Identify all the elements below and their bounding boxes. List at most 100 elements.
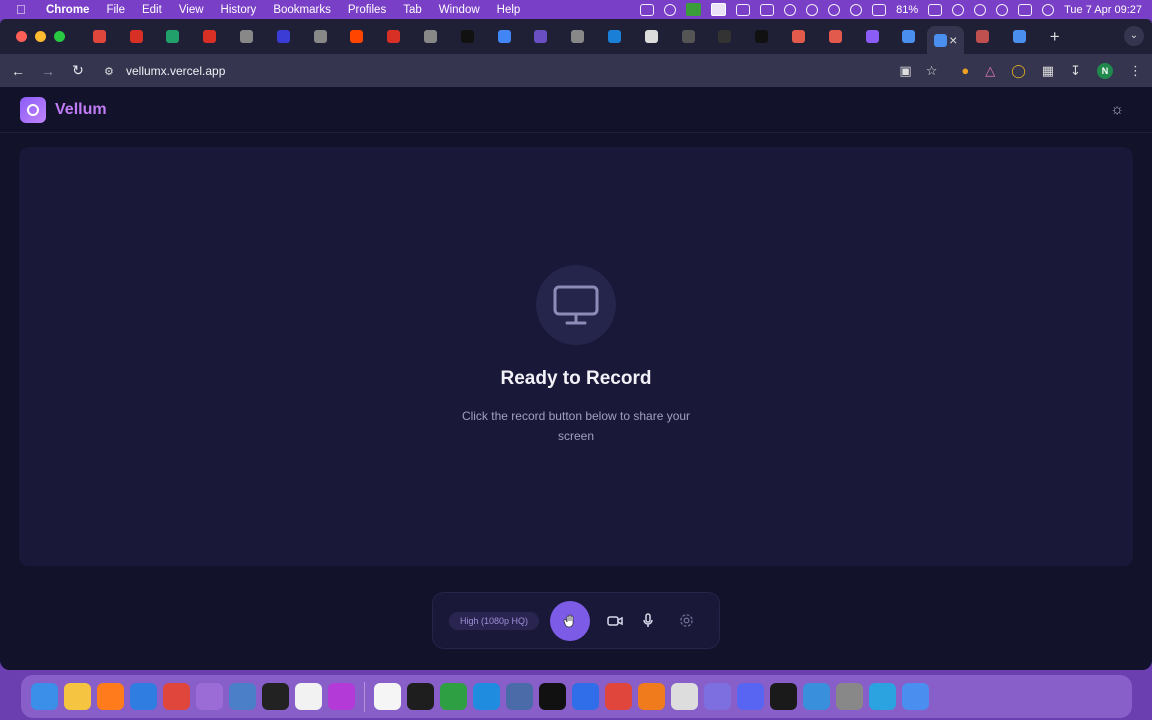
dock-app-icon[interactable] — [605, 683, 632, 710]
browser-tab[interactable] — [523, 19, 560, 54]
new-tab-button[interactable]: + — [1050, 27, 1060, 47]
close-window-button[interactable] — [16, 31, 27, 42]
dock-app-icon[interactable] — [506, 683, 533, 710]
download-icon[interactable]: ↧ — [1070, 63, 1081, 79]
dock-app-icon[interactable] — [64, 683, 91, 710]
menu-edit[interactable]: Edit — [142, 4, 162, 16]
dock-app-icon[interactable] — [638, 683, 665, 710]
keyboard-icon[interactable] — [760, 3, 775, 16]
browser-tab[interactable] — [743, 19, 780, 54]
theme-toggle-sun-icon[interactable]: ☼ — [1110, 101, 1124, 118]
record-button[interactable] — [550, 600, 591, 641]
dock-app-icon[interactable] — [539, 683, 566, 710]
browser-tab[interactable] — [155, 19, 192, 54]
dock-app-icon[interactable] — [229, 683, 256, 710]
dock-app-icon[interactable] — [671, 683, 698, 710]
dock-app-icon[interactable] — [473, 683, 500, 710]
menu-help[interactable]: Help — [497, 4, 521, 16]
profile-avatar[interactable]: N — [1097, 62, 1113, 79]
vellum-logo-icon[interactable] — [20, 96, 46, 123]
dock-app-icon[interactable] — [407, 683, 434, 710]
minimize-window-button[interactable] — [35, 31, 46, 42]
dock-app-icon[interactable] — [440, 683, 467, 710]
extensions-puzzle-icon[interactable]: ▦ — [1042, 63, 1054, 79]
back-icon[interactable]: ← — [10, 63, 26, 79]
airdrop-icon[interactable] — [806, 3, 819, 16]
extension-ring-icon[interactable]: ◯ — [1011, 63, 1026, 79]
user-icon[interactable] — [952, 3, 965, 16]
dock-app-icon[interactable] — [97, 683, 124, 710]
browser-tab[interactable] — [1001, 19, 1038, 54]
camera-toggle-icon[interactable] — [607, 613, 623, 629]
vim-icon[interactable] — [686, 3, 702, 16]
dock-app-icon[interactable] — [163, 683, 190, 710]
browser-tab[interactable] — [412, 19, 449, 54]
browser-tab[interactable] — [486, 19, 523, 54]
browser-tab[interactable] — [633, 19, 670, 54]
forward-icon[interactable]: → — [40, 63, 56, 79]
wifi-icon[interactable] — [974, 3, 987, 16]
browser-tab[interactable] — [780, 19, 817, 54]
tab-search-button[interactable]: ⌄ — [1124, 26, 1144, 46]
clock[interactable]: Tue 7 Apr 09:27 — [1064, 4, 1142, 16]
dock-app-icon[interactable] — [836, 683, 863, 710]
dock-app-icon[interactable] — [295, 683, 322, 710]
notion-icon[interactable] — [711, 3, 727, 16]
play-icon[interactable] — [828, 3, 841, 16]
more-menu-icon[interactable]: ⋮ — [1129, 63, 1142, 79]
bluetooth-icon[interactable] — [850, 3, 863, 16]
dock-app-icon[interactable] — [374, 683, 401, 710]
dock-app-icon[interactable] — [196, 683, 223, 710]
close-tab-icon[interactable]: × — [949, 32, 957, 48]
browser-tab[interactable] — [449, 19, 486, 54]
siri-icon[interactable] — [1042, 3, 1055, 16]
browser-tab[interactable] — [191, 19, 228, 54]
menu-app-name[interactable]: Chrome — [46, 4, 89, 16]
dock-app-icon[interactable] — [902, 683, 929, 710]
menu-window[interactable]: Window — [439, 4, 480, 16]
dock-app-icon[interactable] — [869, 683, 896, 710]
install-app-icon[interactable]: ▣ — [899, 63, 911, 79]
screen-share-icon[interactable] — [640, 3, 655, 16]
browser-tab[interactable] — [228, 19, 265, 54]
browser-tab[interactable] — [596, 19, 633, 54]
browser-tab[interactable] — [707, 19, 744, 54]
menu-history[interactable]: History — [221, 4, 257, 16]
battery-icon[interactable] — [928, 3, 943, 16]
chat-icon[interactable] — [784, 3, 797, 16]
controls-icon[interactable] — [736, 3, 751, 16]
extension-pink-icon[interactable]: △ — [985, 63, 995, 79]
dock-app-icon[interactable] — [262, 683, 289, 710]
search-icon[interactable] — [996, 3, 1009, 16]
dock-app-icon[interactable] — [130, 683, 157, 710]
browser-tab[interactable] — [854, 19, 891, 54]
pen-icon[interactable] — [664, 3, 677, 16]
browser-tab[interactable] — [375, 19, 412, 54]
extension-honey-icon[interactable]: ● — [961, 63, 969, 78]
control-center-icon[interactable] — [1018, 3, 1033, 16]
dock-app-icon[interactable] — [770, 683, 797, 710]
browser-tab[interactable] — [964, 19, 1001, 54]
dock-app-icon[interactable] — [572, 683, 599, 710]
microphone-toggle-icon[interactable] — [640, 612, 656, 629]
browser-tab[interactable] — [81, 19, 118, 54]
display-icon[interactable] — [872, 3, 887, 16]
browser-tab[interactable] — [817, 19, 854, 54]
bookmark-star-icon[interactable]: ☆ — [926, 63, 938, 79]
url-text[interactable]: vellumx.vercel.app — [126, 64, 225, 78]
menu-file[interactable]: File — [106, 4, 125, 16]
browser-tab[interactable] — [891, 19, 928, 54]
reload-icon[interactable]: ↻ — [70, 62, 86, 79]
dock-app-icon[interactable] — [31, 683, 58, 710]
dock-app-icon[interactable] — [328, 683, 355, 710]
quality-select[interactable]: High (1080p HQ) — [449, 611, 540, 630]
dock-app-icon[interactable] — [737, 683, 764, 710]
browser-tab[interactable] — [265, 19, 302, 54]
brand-name[interactable]: Vellum — [55, 101, 107, 119]
browser-tab[interactable] — [559, 19, 596, 54]
menu-view[interactable]: View — [179, 4, 204, 16]
browser-tab[interactable] — [339, 19, 376, 54]
settings-gear-icon[interactable] — [678, 613, 694, 629]
address-bar[interactable]: ⚙ vellumx.vercel.app ▣ ☆ — [104, 59, 947, 83]
browser-tab[interactable] — [302, 19, 339, 54]
